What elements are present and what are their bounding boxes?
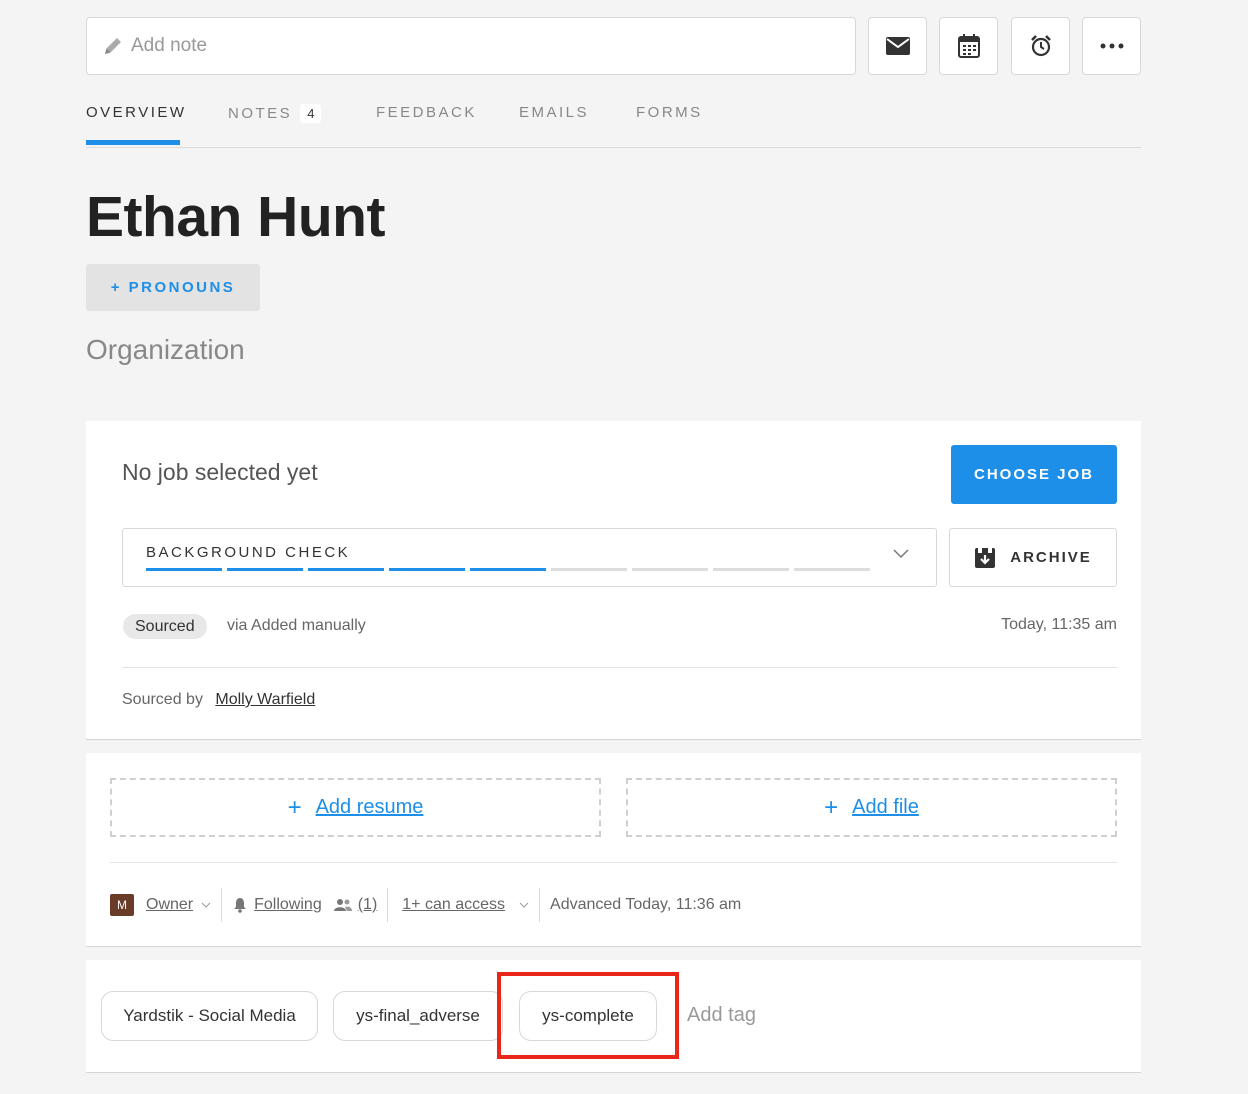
tag-chip[interactable]: Yardstik - Social Media	[101, 991, 318, 1041]
chevron-down-icon	[201, 902, 211, 908]
source-via: via Added manually	[227, 617, 366, 634]
organization-field[interactable]: Organization	[86, 334, 245, 366]
candidate-name: Ethan Hunt	[86, 185, 385, 249]
add-resume-dropzone[interactable]: + Add resume	[110, 778, 601, 837]
add-pronouns-button[interactable]: + PRONOUNS	[86, 264, 260, 311]
bell-icon	[234, 898, 247, 913]
archive-icon	[975, 547, 996, 568]
active-tab-indicator	[86, 140, 180, 145]
job-status-text: No job selected yet	[122, 459, 318, 485]
tag-chip[interactable]: ys-final_adverse	[333, 991, 503, 1041]
stage-segment-complete	[146, 568, 222, 571]
calendar-icon	[957, 34, 980, 58]
email-icon	[885, 37, 910, 55]
stage-segment-pending	[794, 568, 870, 571]
tab-notes-label: NOTES	[228, 105, 293, 122]
following-toggle[interactable]: Following	[254, 896, 322, 914]
reminder-button[interactable]	[1011, 17, 1070, 75]
files-divider	[110, 862, 1117, 863]
tab-feedback[interactable]: FEEDBACK	[376, 104, 477, 121]
sourced-by: Sourced by Molly Warfield	[122, 691, 315, 709]
pencil-icon	[105, 38, 121, 54]
stage-segment-pending	[551, 568, 627, 571]
meta-separator	[221, 888, 223, 922]
add-file-dropzone[interactable]: + Add file	[626, 778, 1117, 837]
add-resume-link[interactable]: Add resume	[316, 796, 424, 819]
card-divider	[122, 667, 1117, 668]
followers-icon	[333, 899, 352, 911]
stage-segment-complete	[308, 568, 384, 571]
add-note-placeholder: Add note	[131, 35, 208, 56]
advanced-timestamp: Advanced Today, 11:36 am	[550, 896, 742, 913]
source-badge: Sourced	[123, 614, 207, 639]
email-button[interactable]	[868, 17, 927, 75]
avatar: M	[110, 894, 134, 916]
highlight-box	[497, 972, 679, 1059]
tab-overview[interactable]: OVERVIEW	[86, 104, 187, 121]
archive-label: ARCHIVE	[1010, 549, 1092, 566]
more-options-button[interactable]	[1082, 17, 1141, 75]
chevron-down-icon	[519, 902, 529, 908]
more-icon	[1100, 43, 1123, 49]
archive-button[interactable]: ARCHIVE	[949, 528, 1117, 587]
source-timestamp: Today, 11:35 am	[1001, 616, 1117, 633]
stage-label: BACKGROUND CHECK	[146, 544, 351, 561]
stage-selector[interactable]: BACKGROUND CHECK	[122, 528, 937, 587]
tab-forms-label: FORMS	[636, 104, 703, 121]
add-note-input[interactable]: Add note	[86, 17, 856, 75]
profile-tabs: OVERVIEW NOTES 4 FEEDBACK EMAILS FORMS	[86, 100, 1141, 148]
sourced-by-link[interactable]: Molly Warfield	[215, 691, 315, 708]
add-tag-input[interactable]: Add tag	[687, 1004, 756, 1027]
owner-dropdown[interactable]: Owner	[146, 896, 193, 914]
tab-forms[interactable]: FORMS	[636, 104, 703, 121]
alarm-icon	[1030, 35, 1051, 57]
plus-icon: +	[287, 793, 302, 821]
stage-segment-pending	[632, 568, 708, 571]
stage-segment-complete	[389, 568, 465, 571]
calendar-button[interactable]	[939, 17, 998, 75]
plus-icon: +	[824, 793, 839, 821]
choose-job-button[interactable]: CHOOSE JOB	[951, 445, 1117, 504]
tab-emails[interactable]: EMAILS	[519, 104, 589, 121]
chevron-down-icon	[893, 549, 909, 559]
sourced-by-label: Sourced by	[122, 691, 203, 708]
tab-overview-label: OVERVIEW	[86, 104, 187, 121]
meta-separator	[387, 888, 389, 922]
add-file-link[interactable]: Add file	[852, 796, 919, 819]
notes-count-badge: 4	[300, 104, 322, 123]
stage-segment-complete	[470, 568, 546, 571]
tab-notes[interactable]: NOTES 4	[228, 104, 322, 123]
tab-feedback-label: FEEDBACK	[376, 104, 477, 121]
access-dropdown[interactable]: 1+ can access	[402, 896, 505, 914]
followers-count[interactable]: (1)	[358, 896, 378, 914]
stage-segment-pending	[713, 568, 789, 571]
meta-separator	[539, 888, 541, 922]
tab-emails-label: EMAILS	[519, 104, 590, 121]
stage-segment-complete	[227, 568, 303, 571]
candidate-meta-row: M Owner Following (1) 1+ can access Adva…	[110, 887, 741, 923]
